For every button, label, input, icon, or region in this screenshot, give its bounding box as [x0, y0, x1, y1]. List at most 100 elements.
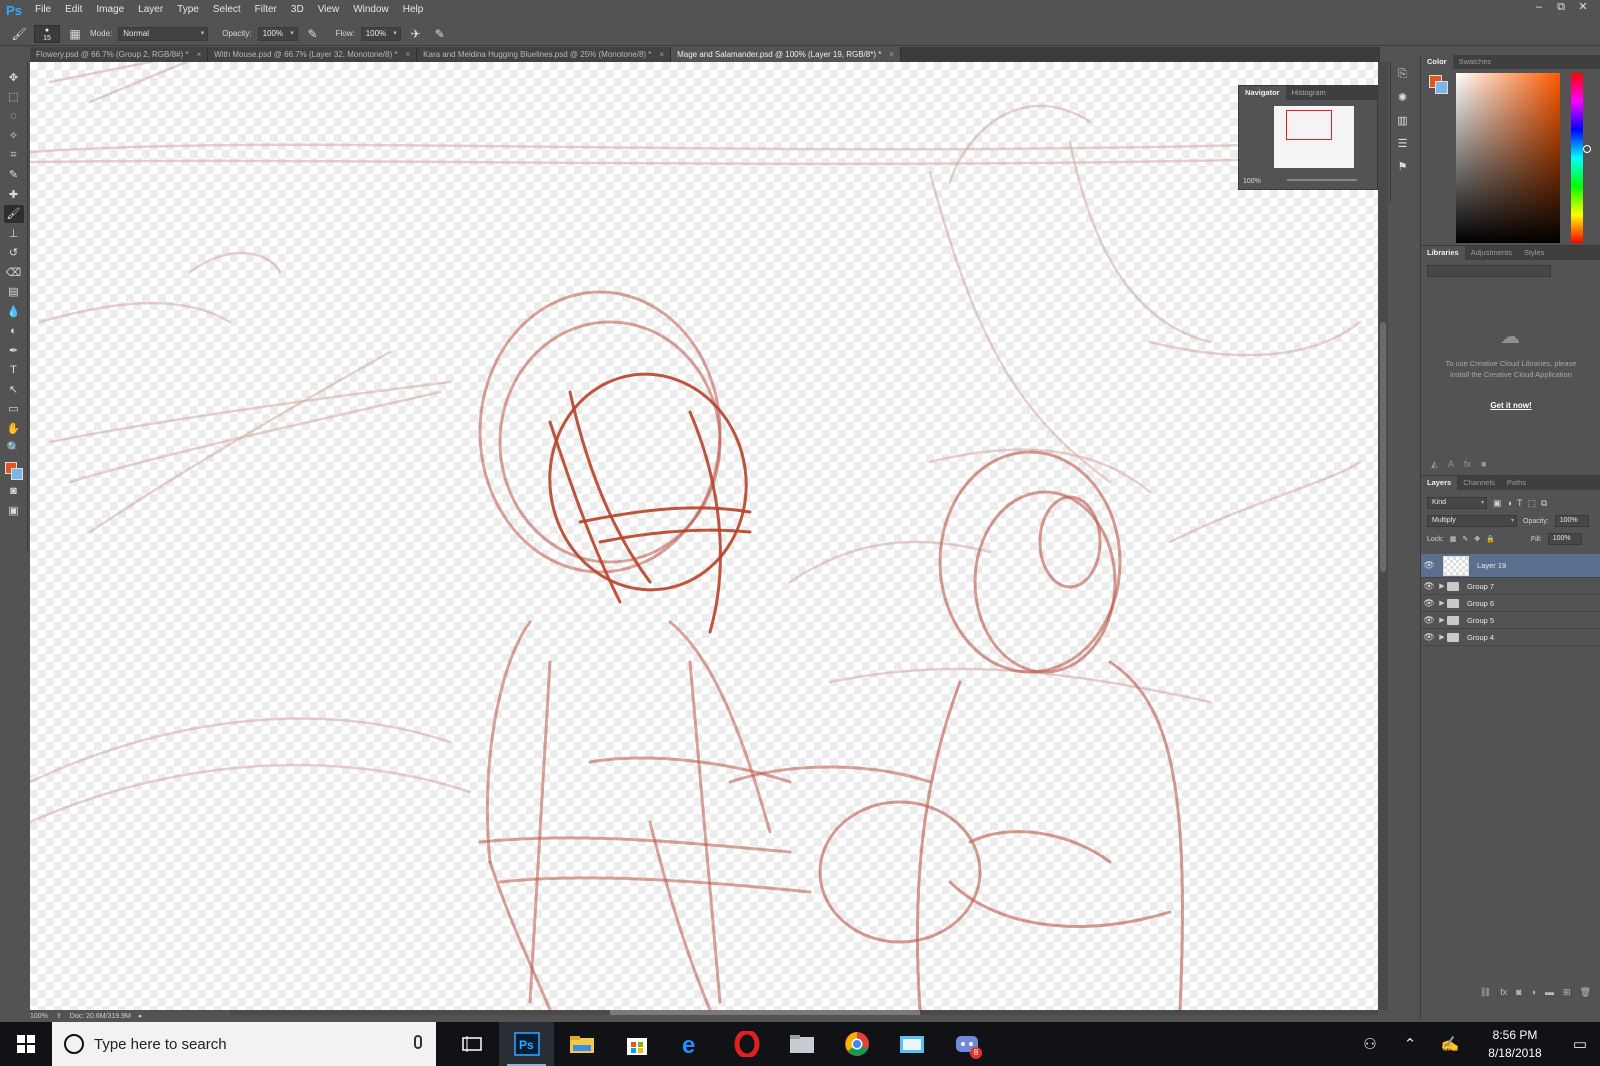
store-icon[interactable]	[609, 1022, 664, 1066]
menu-image[interactable]: Image	[89, 0, 131, 20]
menu-filter[interactable]: Filter	[248, 0, 284, 20]
history-icon[interactable]: ⎘	[1398, 68, 1407, 81]
zoom-tool-icon[interactable]: 🔍	[4, 439, 24, 457]
adjustment-layer-icon[interactable]: ◑	[1531, 987, 1536, 1001]
horizontal-scroll-thumb[interactable]	[610, 1010, 920, 1015]
visibility-eye-icon[interactable]: 👁	[1421, 581, 1437, 592]
lock-position-icon[interactable]: ✥	[1474, 535, 1480, 543]
brush-preset-icon[interactable]: 🖌	[10, 26, 28, 42]
screen-mode-icon[interactable]: ▣	[4, 502, 24, 520]
tab-paths[interactable]: Paths	[1501, 476, 1532, 490]
color-picker-field[interactable]	[1456, 73, 1591, 243]
chrome-icon[interactable]	[829, 1022, 884, 1066]
type-tool-icon[interactable]: T	[4, 361, 24, 379]
close-tab-icon[interactable]: ×	[196, 47, 201, 62]
visibility-eye-icon[interactable]: 👁	[1421, 560, 1437, 571]
close-button[interactable]: ✕	[1572, 0, 1594, 20]
lock-all-icon[interactable]: 🔒	[1486, 535, 1495, 543]
clone-stamp-tool-icon[interactable]: ⊥	[4, 224, 24, 242]
pen-tool-icon[interactable]: ✒	[4, 341, 24, 359]
tab-histogram[interactable]: Histogram	[1286, 86, 1332, 100]
folder-icon[interactable]	[774, 1022, 829, 1066]
fill-field[interactable]: 100%	[1547, 533, 1582, 545]
menu-3d[interactable]: 3D	[284, 0, 311, 20]
tab-mage-salamander[interactable]: Mage and Salamander.psd @ 100% (Layer 19…	[671, 47, 901, 62]
layer-row[interactable]: 👁 ▶ Group 6	[1421, 595, 1600, 612]
minimize-button[interactable]: –	[1528, 0, 1550, 20]
vertical-scroll-thumb[interactable]	[1380, 322, 1386, 572]
zoom-level[interactable]: 100%	[30, 1013, 48, 1020]
menu-help[interactable]: Help	[396, 0, 431, 20]
status-menu-arrow-icon[interactable]: ▸	[139, 1012, 143, 1020]
navigator-zoom[interactable]: 100%	[1243, 178, 1261, 185]
brush-settings-icon[interactable]: ⚑	[1398, 160, 1408, 173]
action-center-icon[interactable]: ▭	[1560, 1035, 1600, 1053]
lock-transparency-icon[interactable]: ▦	[1450, 535, 1457, 543]
crop-tool-icon[interactable]: ⌗	[4, 146, 24, 164]
close-tab-icon[interactable]: ×	[405, 47, 410, 62]
layer-style-icon[interactable]: fx	[1500, 987, 1507, 1001]
navigator-view-box[interactable]	[1286, 110, 1332, 140]
background-color-swatch[interactable]	[10, 468, 23, 480]
link-layers-icon[interactable]: ⛓	[1480, 987, 1491, 1001]
menu-edit[interactable]: Edit	[58, 0, 89, 20]
filter-pixel-icon[interactable]: ▣	[1493, 498, 1502, 509]
history-brush-tool-icon[interactable]: ↺	[4, 244, 24, 262]
close-tab-icon[interactable]: ×	[889, 47, 894, 62]
hand-tool-icon[interactable]: ✋	[4, 419, 24, 437]
filter-shape-icon[interactable]: ⬚	[1527, 498, 1536, 509]
color-panel-background[interactable]	[1435, 81, 1448, 94]
gradient-tool-icon[interactable]: ▤	[4, 283, 24, 301]
menu-window[interactable]: Window	[346, 0, 396, 20]
color-swatches[interactable]	[3, 460, 25, 482]
menu-layer[interactable]: Layer	[131, 0, 170, 20]
eraser-tool-icon[interactable]: ⌫	[4, 263, 24, 281]
tab-swatches[interactable]: Swatches	[1453, 55, 1498, 69]
layer-row[interactable]: 👁 ▶ Group 5	[1421, 612, 1600, 629]
visibility-eye-icon[interactable]: 👁	[1421, 632, 1437, 643]
tab-adjustments[interactable]: Adjustments	[1465, 246, 1518, 260]
opacity-field[interactable]: 100% ▾	[257, 26, 298, 41]
mode-select[interactable]: Normal ▾	[118, 26, 209, 41]
filter-adjustment-icon[interactable]: ◑	[1507, 498, 1512, 509]
tab-color[interactable]: Color	[1421, 55, 1453, 69]
layer-opacity-field[interactable]: 100%	[1554, 515, 1589, 527]
filter-smart-object-icon[interactable]: ⧉	[1541, 498, 1547, 509]
pen-workspace-icon[interactable]: ✍	[1430, 1035, 1470, 1053]
tab-kara-meldina[interactable]: Kara and Meldina Hugging Bluelines.psd @…	[417, 47, 672, 62]
quick-select-tool-icon[interactable]: ✧	[4, 127, 24, 145]
show-hidden-icons-icon[interactable]: ⌃	[1390, 1035, 1430, 1053]
hue-slider[interactable]	[1571, 73, 1583, 243]
add-fx-icon[interactable]: fx	[1464, 459, 1471, 469]
new-group-icon[interactable]: ▬	[1545, 987, 1554, 1001]
blend-mode-select[interactable]: Multiply ▾	[1427, 515, 1517, 527]
close-tab-icon[interactable]: ×	[659, 47, 664, 62]
file-explorer-icon[interactable]	[554, 1022, 609, 1066]
path-select-tool-icon[interactable]: ↖	[4, 380, 24, 398]
opera-icon[interactable]	[719, 1022, 774, 1066]
task-view-icon[interactable]	[444, 1022, 499, 1066]
people-icon[interactable]: ⚇	[1350, 1035, 1390, 1053]
library-select[interactable]	[1427, 265, 1551, 277]
layer-row[interactable]: 👁 ▶ Group 4	[1421, 629, 1600, 646]
share-icon[interactable]: ⇪	[56, 1012, 62, 1020]
add-text-icon[interactable]: A	[1448, 459, 1454, 469]
properties-icon[interactable]: ☰	[1398, 137, 1408, 150]
eyedropper-tool-icon[interactable]: ✎	[4, 166, 24, 184]
document-canvas[interactable]	[30, 62, 1378, 1010]
navigator-thumbnail[interactable]	[1274, 106, 1354, 168]
photoshop-icon[interactable]: Ps	[499, 1022, 554, 1066]
quick-mask-icon[interactable]: ◙	[4, 482, 24, 500]
move-tool-icon[interactable]: ✥	[4, 68, 24, 86]
expand-arrow-icon[interactable]: ▶	[1437, 616, 1447, 624]
delete-layer-icon[interactable]: 🗑	[1580, 987, 1591, 1001]
discord-icon[interactable]: 8	[939, 1022, 994, 1066]
photos-icon[interactable]	[884, 1022, 939, 1066]
layer-row[interactable]: 👁 ▶ Group 7	[1421, 578, 1600, 595]
color-picker-marker[interactable]	[1583, 145, 1591, 153]
pressure-opacity-icon[interactable]: ✎	[304, 26, 322, 42]
vertical-scrollbar[interactable]	[1378, 62, 1388, 1010]
new-layer-icon[interactable]: ⊞	[1563, 987, 1571, 1001]
expand-arrow-icon[interactable]: ▶	[1437, 582, 1447, 590]
restore-button[interactable]: ⧉	[1550, 0, 1572, 20]
